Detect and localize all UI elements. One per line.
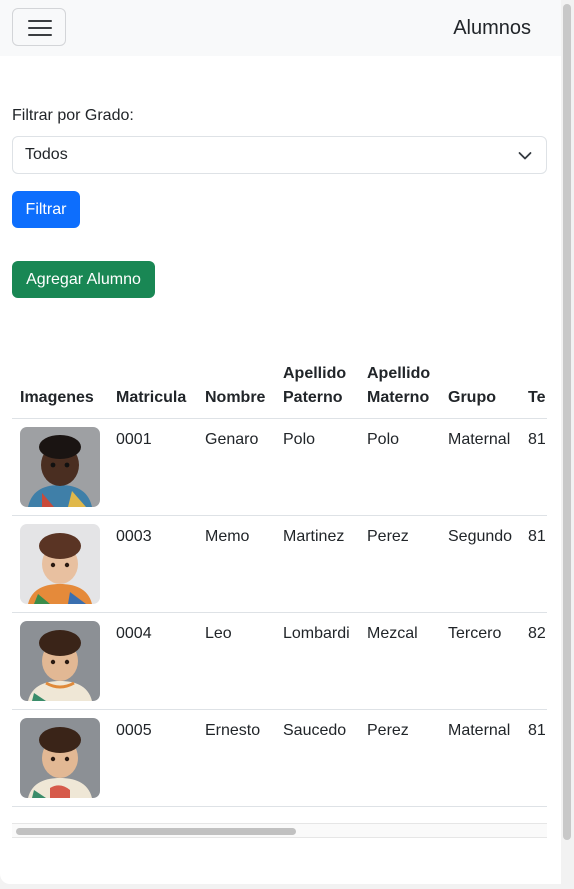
grade-select[interactable]: Todos — [12, 136, 547, 174]
cell-apellido-materno: Mezcal — [367, 625, 418, 642]
header-apellido-materno-line2: Materno — [367, 389, 430, 406]
student-photo — [20, 524, 100, 604]
student-photo — [20, 427, 100, 507]
students-table: Imagenes Matricula Nombre Apellido Pater… — [12, 358, 547, 807]
vertical-scrollbar[interactable] — [561, 0, 574, 889]
header-telefono: Te — [528, 389, 546, 406]
header-apellido-paterno-line1: Apellido — [283, 365, 347, 382]
cell-grupo: Segundo — [448, 528, 513, 545]
cell-apellido-paterno: Polo — [283, 431, 316, 448]
page-title[interactable]: Alumnos — [453, 17, 531, 40]
header-imagenes: Imagenes — [20, 389, 94, 406]
cell-apellido-materno: Perez — [367, 528, 409, 545]
cell-telefono: 81 — [528, 528, 546, 545]
row-divider — [12, 806, 547, 807]
horizontal-scrollbar-thumb[interactable] — [16, 828, 296, 835]
cell-matricula: 0005 — [116, 722, 152, 739]
row-divider — [12, 612, 547, 613]
cell-matricula: 0001 — [116, 431, 152, 448]
cell-matricula: 0004 — [116, 625, 152, 642]
header-divider — [12, 418, 547, 419]
cell-apellido-materno: Polo — [367, 431, 400, 448]
filter-label: Filtrar por Grado: — [12, 107, 134, 124]
chevron-down-icon — [518, 149, 532, 165]
header-apellido-paterno-line2: Paterno — [283, 389, 343, 406]
page: Alumnos Filtrar por Grado: Todos Filtrar… — [0, 0, 561, 884]
row-divider — [12, 515, 547, 516]
row-divider — [12, 709, 547, 710]
navbar: Alumnos — [0, 0, 561, 56]
cell-apellido-paterno: Lombardi — [283, 625, 350, 642]
cell-nombre: Leo — [205, 625, 232, 642]
cell-nombre: Memo — [205, 528, 250, 545]
horizontal-scrollbar[interactable] — [12, 823, 547, 838]
header-apellido-materno-line1: Apellido — [367, 365, 431, 382]
header-nombre: Nombre — [205, 389, 266, 406]
cell-grupo: Tercero — [448, 625, 502, 642]
cell-grupo: Maternal — [448, 722, 511, 739]
add-student-button[interactable]: Agregar Alumno — [12, 261, 155, 298]
cell-apellido-paterno: Martinez — [283, 528, 345, 545]
cell-telefono: 81 — [528, 431, 546, 448]
cell-nombre: Ernesto — [205, 722, 261, 739]
header-matricula: Matricula — [116, 389, 187, 406]
cell-nombre: Genaro — [205, 431, 259, 448]
cell-apellido-paterno: Saucedo — [283, 722, 347, 739]
cell-telefono: 81 — [528, 722, 546, 739]
cell-grupo: Maternal — [448, 431, 511, 448]
header-grupo: Grupo — [448, 389, 496, 406]
cell-telefono: 82 — [528, 625, 546, 642]
grade-select-value: Todos — [25, 146, 68, 163]
student-photo — [20, 621, 100, 701]
student-photo — [20, 718, 100, 798]
filter-button[interactable]: Filtrar — [12, 191, 80, 228]
menu-toggle-button[interactable] — [12, 8, 66, 46]
cell-apellido-materno: Perez — [367, 722, 409, 739]
cell-matricula: 0003 — [116, 528, 152, 545]
vertical-scrollbar-thumb[interactable] — [563, 4, 571, 840]
